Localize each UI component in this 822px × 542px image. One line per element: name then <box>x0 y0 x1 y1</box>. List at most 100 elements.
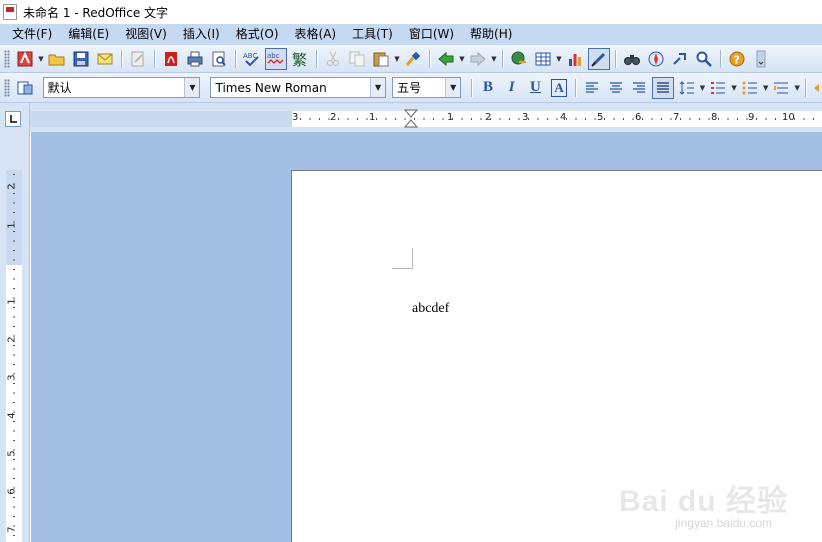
print-icon[interactable] <box>184 48 206 70</box>
menu-table[interactable]: 表格(A) <box>287 24 345 45</box>
document-page[interactable]: abcdef Bai du 经验 jingyan.baidu.com <box>291 170 822 542</box>
ruler-label: 4 <box>560 112 567 123</box>
horizontal-ruler[interactable]: 3 2 1 1 2 3 4 5 6 7 8 9 10 <box>30 103 822 132</box>
vertical-ruler[interactable]: 2 1 1 2 3 4 5 6 7 <box>0 132 30 542</box>
outline-icon[interactable] <box>771 77 793 99</box>
line-spacing-icon[interactable] <box>676 77 698 99</box>
menu-tools[interactable]: 工具(T) <box>344 24 401 45</box>
indent-marker-icon[interactable] <box>401 108 421 130</box>
new-dropdown-arrow[interactable]: ▼ <box>37 48 45 70</box>
paste-dropdown-arrow[interactable]: ▼ <box>393 48 401 70</box>
ruler-tick <box>556 118 558 120</box>
ruler-tick <box>13 516 15 517</box>
print-preview-icon[interactable] <box>208 48 230 70</box>
edit-file-icon[interactable] <box>127 48 149 70</box>
underline-button[interactable]: U <box>525 77 547 99</box>
ruler-tick <box>13 307 15 308</box>
menu-window[interactable]: 窗口(W) <box>401 24 462 45</box>
ruler-tick <box>13 468 15 470</box>
menu-edit[interactable]: 编辑(E) <box>60 24 117 45</box>
table-icon[interactable] <box>532 48 554 70</box>
ruler-tick <box>309 118 311 120</box>
chart-icon[interactable] <box>564 48 586 70</box>
paste-icon[interactable] <box>370 48 392 70</box>
ruler-tick <box>13 345 15 346</box>
ruler-tick <box>670 118 672 120</box>
toolbar-separator <box>720 49 721 68</box>
ruler-tick <box>775 118 776 120</box>
toolbar-overflow-icon[interactable] <box>750 48 772 70</box>
undo-icon[interactable] <box>435 48 457 70</box>
ruler-tick <box>803 118 805 120</box>
shadow-button[interactable]: A <box>548 77 570 99</box>
ruler-tick <box>433 118 434 120</box>
format-paintbrush-icon[interactable] <box>402 48 424 70</box>
document-text[interactable]: abcdef <box>412 301 449 317</box>
chevron-down-icon[interactable]: ▼ <box>370 78 386 97</box>
ruler-tick <box>699 118 700 120</box>
gallery-icon[interactable] <box>669 48 691 70</box>
spellcheck-icon[interactable]: ABC <box>241 48 263 70</box>
font-name-select[interactable]: Times New Roman ▼ <box>210 77 387 98</box>
styles-formatting-icon[interactable] <box>14 77 36 99</box>
numbering-icon[interactable] <box>707 77 729 99</box>
italic-button[interactable]: I <box>501 77 523 99</box>
undo-dropdown-arrow[interactable]: ▼ <box>458 48 466 70</box>
ruler-tick <box>585 118 586 120</box>
menu-help[interactable]: 帮助(H) <box>462 24 520 45</box>
menu-insert[interactable]: 插入(I) <box>175 24 228 45</box>
toolbar-separator <box>502 49 503 68</box>
cut-icon[interactable] <box>322 48 344 70</box>
menu-view[interactable]: 视图(V) <box>117 24 175 45</box>
ruler-tick <box>13 250 15 251</box>
find-replace-icon[interactable] <box>621 48 643 70</box>
draw-functions-icon[interactable] <box>588 47 610 70</box>
help-icon[interactable]: ? <box>726 48 748 70</box>
align-right-icon[interactable] <box>628 77 650 99</box>
bold-button[interactable]: B <box>477 77 499 99</box>
ruler-tick <box>13 354 15 356</box>
bold-label: B <box>483 79 494 95</box>
table-dropdown-arrow[interactable]: ▼ <box>555 48 563 70</box>
text-boundary-corner <box>392 248 413 269</box>
bullets-dropdown-arrow[interactable]: ▼ <box>762 77 770 99</box>
bullets-icon[interactable] <box>739 77 761 99</box>
save-icon[interactable] <box>70 48 92 70</box>
tab-stop-icon[interactable] <box>5 111 21 127</box>
copy-icon[interactable] <box>346 48 368 70</box>
ruler-label: 5 <box>597 112 604 123</box>
ruler-tick <box>623 118 624 120</box>
new-document-icon[interactable] <box>14 48 36 70</box>
hyperlink-icon[interactable] <box>508 48 530 70</box>
email-icon[interactable] <box>94 48 116 70</box>
paragraph-style-select[interactable]: 默认 ▼ <box>42 77 201 98</box>
simplified-traditional-icon[interactable]: 繁 <box>289 48 311 70</box>
menu-bar: 文件(F) 编辑(E) 视图(V) 插入(I) 格式(O) 表格(A) 工具(T… <box>0 24 822 45</box>
line-spacing-dropdown-arrow[interactable]: ▼ <box>699 77 707 99</box>
ruler-label: 2 <box>6 183 18 190</box>
toolbar-separator <box>574 78 576 97</box>
increase-indent-icon[interactable] <box>811 77 821 99</box>
align-center-icon[interactable] <box>605 77 627 99</box>
svg-text:繁: 繁 <box>292 51 307 68</box>
redo-dropdown-arrow[interactable]: ▼ <box>490 48 498 70</box>
open-folder-icon[interactable] <box>46 48 68 70</box>
chevron-down-icon[interactable]: ▼ <box>184 78 200 97</box>
font-size-select[interactable]: 五号 ▼ <box>392 77 462 98</box>
toolbar-grip[interactable] <box>4 78 10 97</box>
toolbar-grip[interactable] <box>4 49 10 68</box>
justify-icon[interactable] <box>652 76 674 99</box>
outline-dropdown-arrow[interactable]: ▼ <box>793 77 801 99</box>
ruler-label: 3 <box>292 112 299 123</box>
zoom-icon[interactable] <box>693 48 715 70</box>
align-left-icon[interactable] <box>581 77 603 99</box>
menu-file[interactable]: 文件(F) <box>4 24 60 45</box>
watermark-logo: Bai du 经验 <box>618 485 788 518</box>
redo-icon[interactable] <box>467 48 489 70</box>
menu-format[interactable]: 格式(O) <box>228 24 287 45</box>
chevron-down-icon[interactable]: ▼ <box>445 78 461 97</box>
numbering-dropdown-arrow[interactable]: ▼ <box>730 77 738 99</box>
auto-spellcheck-icon[interactable]: abc <box>265 47 287 70</box>
navigator-icon[interactable] <box>645 48 667 70</box>
export-pdf-icon[interactable] <box>160 48 182 70</box>
